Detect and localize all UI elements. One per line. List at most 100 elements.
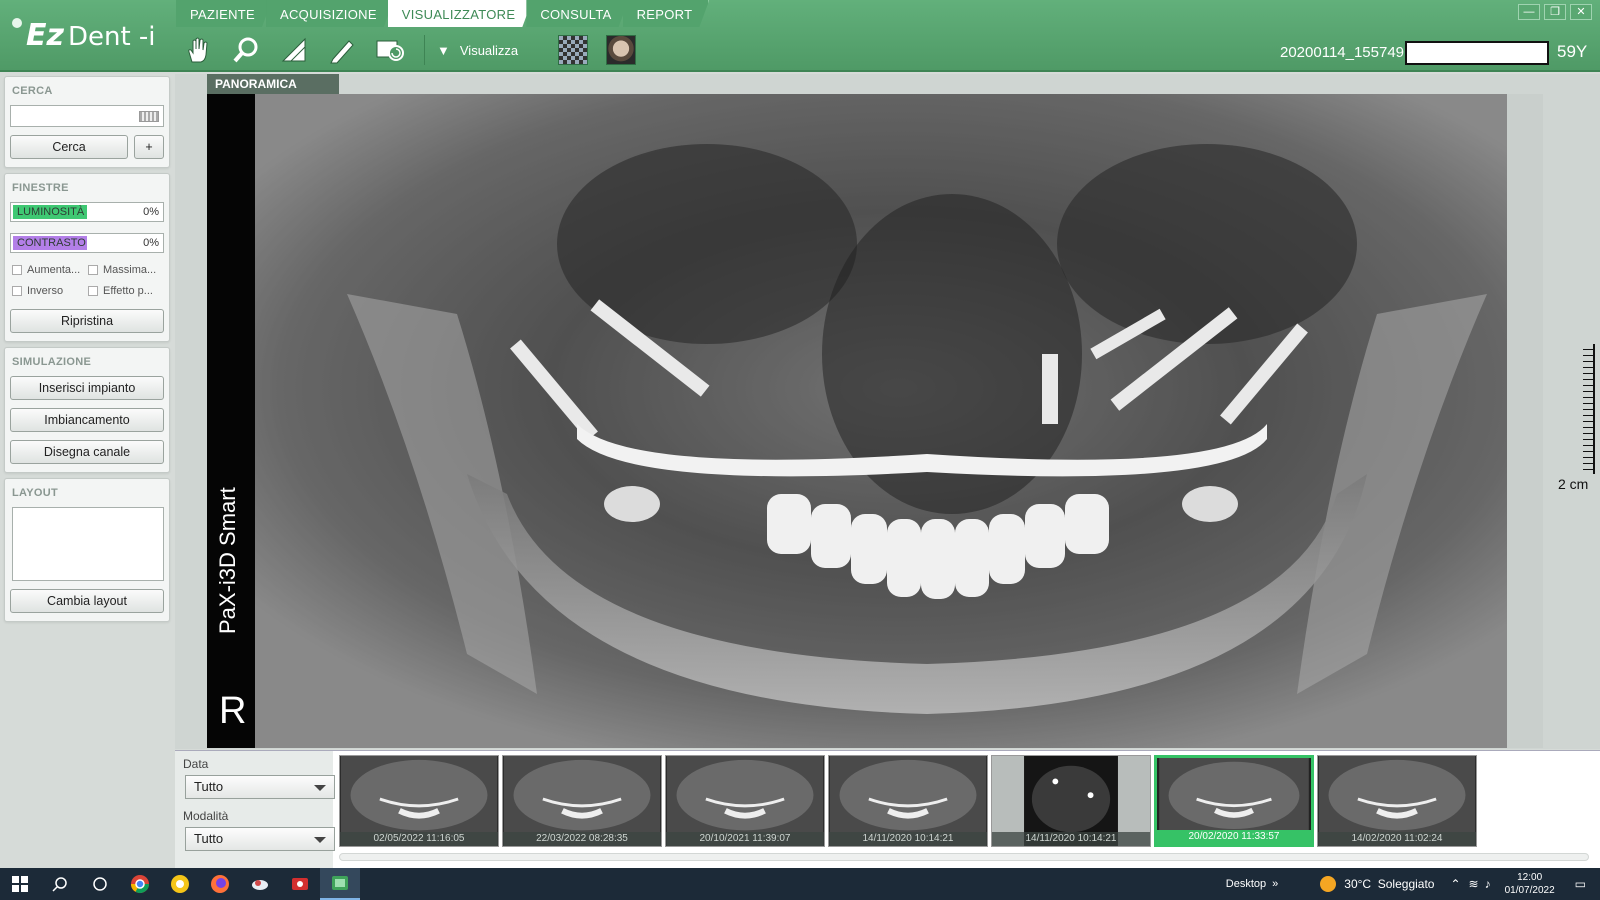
cloud-app-icon[interactable] [240, 868, 280, 900]
windows-title: FINESTRE [12, 182, 69, 194]
windows-taskbar: Desktop » 30°C Soleggiato ⌃ ≋ ♪ 12:00 01… [0, 868, 1600, 900]
simulation-panel: SIMULAZIONE Inserisci impianto Imbiancam… [4, 347, 170, 473]
hand-icon[interactable] [178, 33, 218, 67]
simulation-title: SIMULAZIONE [12, 356, 92, 368]
scale-ruler [1583, 344, 1595, 474]
tab-report[interactable]: REPORT [623, 0, 710, 27]
logo-ez-text: Ez [26, 18, 64, 53]
magnifier-icon[interactable] [226, 33, 266, 67]
panoramic-xray-image[interactable]: PaX-i3D Smart R [207, 94, 1543, 748]
thumbnail-date: 02/05/2022 11:16:05 [340, 832, 498, 846]
search-input[interactable] [11, 106, 129, 126]
yellow-app-icon[interactable] [160, 868, 200, 900]
main-tabs: PAZIENTE ACQUISIZIONE VISUALIZZATORE CON… [176, 0, 703, 27]
enhance-checkbox[interactable]: Aumenta... [12, 264, 88, 276]
pencil-icon[interactable] [322, 33, 362, 67]
viewer-tag: PANORAMICA [207, 74, 339, 94]
restore-button[interactable]: ❐ [1544, 4, 1566, 20]
checkbox-box [88, 286, 98, 296]
advanced-search-button[interactable]: + [134, 135, 164, 159]
app-logo: Ez Dent -i [10, 18, 156, 53]
search-field[interactable] [10, 105, 164, 127]
chevron-down-icon [314, 837, 326, 843]
brightness-value: 0% [143, 206, 159, 218]
maximize-label: Massima... [103, 264, 157, 276]
search-button[interactable]: Cerca [10, 135, 128, 159]
thumbnail-item[interactable]: 14/11/2020 10:14:21 [991, 755, 1151, 847]
thumbnail-item[interactable]: 22/03/2022 08:28:35 [502, 755, 662, 847]
chrome-icon[interactable] [120, 868, 160, 900]
checkbox-box [12, 286, 22, 296]
effect-checkbox[interactable]: Effetto p... [88, 285, 164, 297]
layout-preview[interactable] [12, 507, 164, 581]
tab-visualizzatore[interactable]: VISUALIZZATORE [388, 0, 533, 27]
tab-acquisizione[interactable]: ACQUISIZIONE [266, 0, 394, 27]
insert-implant-button[interactable]: Inserisci impianto [10, 376, 164, 400]
layout-title: LAYOUT [12, 487, 59, 499]
contrast-label: CONTRASTO [17, 237, 86, 249]
thumbnail-date: 20/10/2021 11:39:07 [666, 832, 824, 846]
thumbnail-list: 02/05/2022 11:16:05 22/03/2022 08:28:35 … [339, 755, 1477, 847]
search-panel: CERCA Cerca + [4, 76, 170, 168]
filter-column: Data Tutto Modalità Tutto [175, 751, 335, 869]
viewer-toolbar: ▼ Visualizza [178, 32, 637, 68]
thumbnail-item[interactable]: 14/11/2020 10:14:21 [828, 755, 988, 847]
rotate-image-icon[interactable] [370, 33, 410, 67]
clock-date: 01/07/2022 [1504, 885, 1555, 896]
search-icon[interactable] [40, 868, 80, 900]
app-header: Ez Dent -i PAZIENTE ACQUISIZIONE VISUALI… [0, 0, 1600, 72]
thumbnail-date: 14/11/2020 10:14:21 [992, 832, 1150, 846]
modality-filter-select[interactable]: Tutto [185, 827, 335, 851]
draw-canal-button[interactable]: Disegna canale [10, 440, 164, 464]
effect-label: Effetto p... [103, 285, 153, 297]
windows-panel: FINESTRE LUMINOSITÀ 0% CONTRASTO 0% Aume… [4, 173, 170, 342]
windows-start-icon[interactable] [0, 868, 40, 900]
change-layout-button[interactable]: Cambia layout [10, 589, 164, 613]
brightness-label: LUMINOSITÀ [17, 206, 85, 218]
chevron-down-icon: ▼ [437, 42, 450, 58]
xray-side-strip: PaX-i3D Smart R [207, 94, 255, 748]
face-photo-icon[interactable] [606, 35, 637, 65]
tab-consulta[interactable]: CONSULTA [526, 0, 628, 27]
thumbnail-item[interactable]: 14/02/2020 11:02:24 [1317, 755, 1477, 847]
angle-measure-icon[interactable] [274, 33, 314, 67]
brightness-slider[interactable]: LUMINOSITÀ 0% [10, 202, 164, 222]
keyboard-icon[interactable] [139, 111, 159, 122]
tab-paziente[interactable]: PAZIENTE [176, 0, 272, 27]
contrast-slider[interactable]: CONTRASTO 0% [10, 233, 164, 253]
system-clock[interactable]: 12:00 01/07/2022 [1505, 871, 1555, 897]
modality-filter-value: Tutto [194, 831, 224, 846]
toolbar-separator [424, 35, 425, 65]
sun-weather-icon [1320, 876, 1337, 892]
minimize-button[interactable]: — [1518, 4, 1540, 20]
chevron-up-icon[interactable]: ⌃ [1450, 877, 1460, 891]
checkbox-box [88, 265, 98, 275]
wifi-icon[interactable]: ≋ [1469, 877, 1479, 891]
close-button[interactable]: ✕ [1570, 4, 1592, 20]
invert-checkbox[interactable]: Inverso [12, 285, 88, 297]
thumbnail-scrollbar[interactable] [339, 853, 1589, 861]
thumbnail-item-selected[interactable]: 20/02/2020 11:33:57 [1154, 755, 1314, 847]
device-label: PaX-i3D Smart [215, 487, 240, 634]
reset-button[interactable]: Ripristina [10, 309, 164, 333]
ezdent-app-icon[interactable] [320, 868, 360, 900]
whitening-button[interactable]: Imbiancamento [10, 408, 164, 432]
left-sidebar: CERCA Cerca + FINESTRE LUMINOSITÀ 0% CON… [4, 76, 170, 627]
checker-pattern-icon[interactable] [558, 35, 589, 65]
notification-icon[interactable]: ▭ [1575, 877, 1586, 891]
date-filter-label: Data [183, 757, 209, 771]
maximize-checkbox[interactable]: Massima... [88, 264, 164, 276]
date-filter-select[interactable]: Tutto [185, 775, 335, 799]
image-viewer: PANORAMICA PaX-i3D Smart R 2 cm [175, 74, 1600, 749]
weather-text[interactable]: 30°C Soleggiato [1344, 877, 1434, 891]
volume-icon[interactable]: ♪ [1485, 877, 1491, 891]
desktop-toolbar-label[interactable]: Desktop [1226, 878, 1266, 890]
video-app-icon[interactable] [280, 868, 320, 900]
chevron-right-icon[interactable]: » [1272, 878, 1278, 890]
thumbnail-item[interactable]: 02/05/2022 11:16:05 [339, 755, 499, 847]
visualizza-label: Visualizza [459, 42, 519, 58]
firefox-icon[interactable] [200, 868, 240, 900]
visualizza-dropdown[interactable]: ▼ Visualizza [437, 43, 518, 58]
thumbnail-item[interactable]: 20/10/2021 11:39:07 [665, 755, 825, 847]
task-view-icon[interactable] [80, 868, 120, 900]
